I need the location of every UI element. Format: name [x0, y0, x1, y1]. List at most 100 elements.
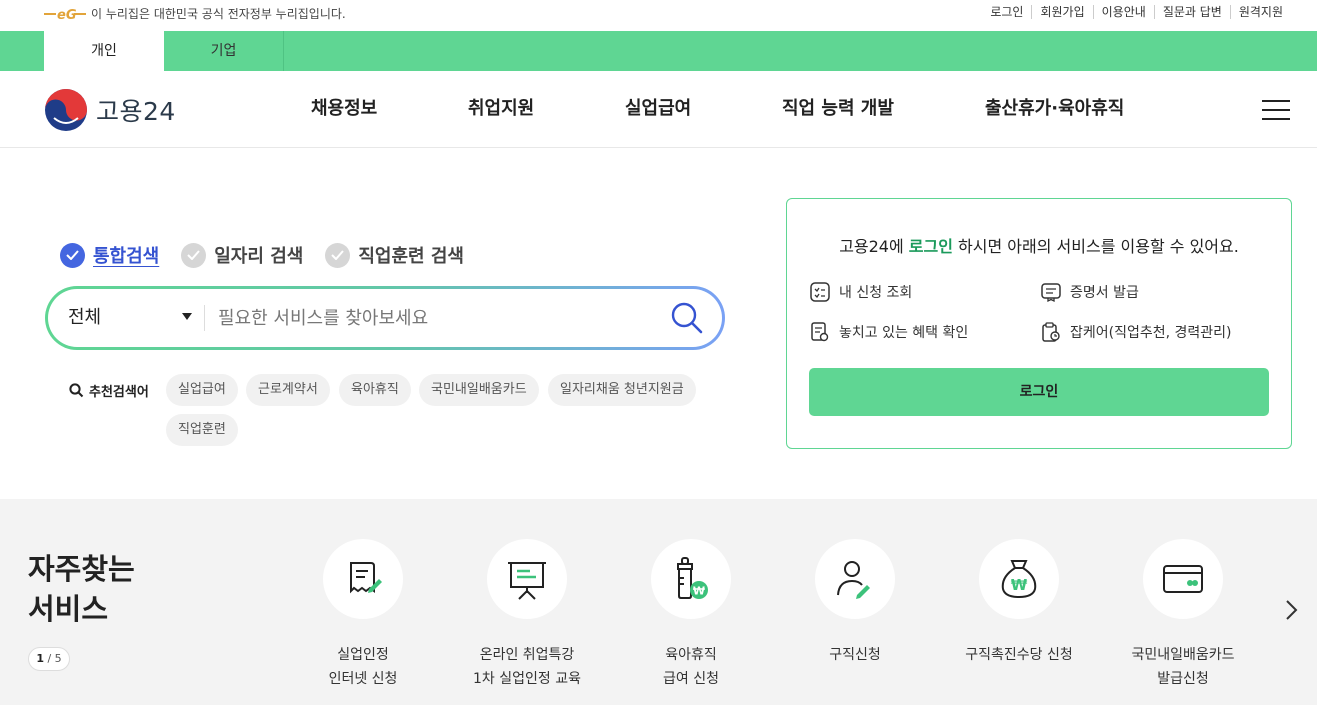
service-label: 구직촉진수당 신청 [965, 647, 1073, 663]
taegeuk-logo-icon [45, 89, 87, 131]
item-label: 잡케어(직업추천, 경력관리) [1070, 325, 1232, 341]
title-prefix: 고용24에 [839, 237, 909, 256]
service-label: 실업인정 인터넷 신청 [328, 647, 398, 687]
search-box: 전체 [45, 286, 725, 350]
money-bag-won-icon: ₩ [1001, 560, 1037, 599]
service-icon-circle [1143, 539, 1223, 619]
search-type-tabs: 통합검색 일자리 검색 직업훈련 검색 [60, 242, 486, 268]
keyword-chip[interactable]: 실업급여 [166, 374, 238, 406]
service-label: 구직신청 [829, 647, 881, 663]
jobcare-link[interactable]: 잡케어(직업추천, 경력관리) [1040, 321, 1232, 343]
certificate-icon [1041, 283, 1061, 303]
tab-label: 직업훈련 검색 [358, 246, 464, 267]
person-pen-icon [837, 561, 870, 599]
utility-links: 로그인 회원가입 이용안내 질문과 답변 원격지원 [982, 5, 1291, 19]
checklist-icon [810, 282, 830, 302]
service-icon-circle: ₩ [651, 539, 731, 619]
title-suffix: 하시면 아래의 서비스를 이용할 수 있어요. [952, 237, 1239, 256]
svg-text:₩: ₩ [693, 585, 705, 598]
search-scope-select[interactable]: 전체 [68, 289, 193, 347]
service-label: 온라인 취업특강 1차 실업인정 교육 [473, 647, 581, 687]
check-icon [325, 242, 351, 268]
search-input[interactable] [218, 302, 658, 334]
login-card-title: 고용24에 로그인 하시면 아래의 서비스를 이용할 수 있어요. [787, 233, 1291, 257]
tab-label: 통합검색 [93, 246, 160, 267]
login-button[interactable]: 로그인 [809, 368, 1269, 416]
nav-vocational-training[interactable]: 직업 능력 개발 [782, 71, 894, 147]
service-item[interactable]: 실업인정 인터넷 신청 [278, 539, 448, 691]
service-label: 육아휴직 급여 신청 [663, 647, 719, 687]
title-highlight: 로그인 [908, 237, 953, 256]
page-current: 1 [36, 652, 44, 665]
item-label: 놓치고 있는 혜택 확인 [839, 325, 969, 341]
nav-employment-support[interactable]: 취업지원 [468, 71, 534, 147]
nav-parental-leave[interactable]: 출산휴가·육아휴직 [985, 71, 1124, 147]
user-type-tabs: 개인 기업 [0, 31, 1317, 71]
title-line: 서비스 [28, 592, 109, 626]
recommend-label-text: 추천검색어 [89, 385, 149, 400]
service-item[interactable]: 국민내일배움카드 발급신청 [1098, 539, 1268, 691]
search-icon [69, 383, 84, 398]
check-icon [60, 242, 85, 268]
keyword-chip[interactable]: 근로계약서 [246, 374, 330, 406]
nav-jobs[interactable]: 채용정보 [311, 71, 377, 147]
brand-logo[interactable]: 고용24 [44, 88, 176, 132]
certificate-link[interactable]: 증명서 발급 [1040, 281, 1139, 303]
title-line: 자주찾는 [28, 552, 135, 586]
carousel-pager: 1 / 5 [28, 647, 70, 671]
search-icon[interactable] [670, 301, 704, 335]
divider [204, 305, 205, 331]
menu-icon[interactable] [1262, 100, 1290, 120]
service-item[interactable]: 구직신청 [770, 539, 940, 667]
page-total: 5 [54, 652, 62, 665]
frequent-services-section: 자주찾는 서비스 1 / 5 실업인정 인터넷 신청 온라인 취업특강 1차 실… [0, 499, 1317, 705]
service-icon-circle: ₩ [979, 539, 1059, 619]
tab-job-search[interactable]: 일자리 검색 [181, 242, 303, 268]
service-icon-circle [487, 539, 567, 619]
section-title: 자주찾는 서비스 [28, 549, 135, 629]
document-search-icon [811, 322, 829, 342]
eg-logo-icon: eG [44, 8, 86, 22]
remote-support-link[interactable]: 원격지원 [1229, 5, 1291, 19]
service-icon-circle [815, 539, 895, 619]
qna-link[interactable]: 질문과 답변 [1153, 5, 1230, 19]
service-icon-circle [323, 539, 403, 619]
page-separator: / [43, 652, 55, 665]
keyword-chip[interactable]: 육아휴직 [339, 374, 411, 406]
svg-text:eG: eG [57, 8, 77, 22]
gov-banner-text: 이 누리집은 대한민국 공식 전자정부 누리집입니다. [91, 7, 346, 21]
my-applications-link[interactable]: 내 신청 조회 [809, 281, 912, 303]
caret-down-icon[interactable] [182, 313, 192, 320]
nav-unemployment-benefits[interactable]: 실업급여 [625, 71, 691, 147]
service-item[interactable]: ₩ 육아휴직 급여 신청 [606, 539, 776, 691]
tab-label: 일자리 검색 [214, 246, 304, 267]
presentation-board-icon [508, 562, 546, 600]
guide-link[interactable]: 이용안내 [1092, 5, 1154, 19]
gov-banner: eG 이 누리집은 대한민국 공식 전자정부 누리집입니다. 로그인 회원가입 … [0, 0, 1317, 31]
svg-text:₩: ₩ [1011, 576, 1028, 594]
tab-personal[interactable]: 개인 [44, 31, 164, 71]
brand-name: 고용24 [96, 97, 176, 126]
item-label: 내 신청 조회 [839, 285, 913, 301]
baby-bottle-won-icon: ₩ [677, 557, 708, 599]
keyword-chip[interactable]: 국민내일배움카드 [419, 374, 539, 406]
clipboard-clock-icon [1042, 322, 1060, 342]
recommended-keywords-label: 추천검색어 [69, 381, 149, 400]
service-item[interactable]: ₩ 구직촉진수당 신청 [934, 539, 1104, 667]
keyword-chip[interactable]: 일자리채움 청년지원금 [548, 374, 696, 406]
document-pen-icon [350, 562, 382, 594]
tab-training-search[interactable]: 직업훈련 검색 [325, 242, 464, 268]
check-icon [181, 242, 207, 268]
missed-benefits-link[interactable]: 놓치고 있는 혜택 확인 [809, 321, 968, 343]
service-item[interactable]: 온라인 취업특강 1차 실업인정 교육 [442, 539, 612, 691]
keyword-chip[interactable]: 직업훈련 [166, 414, 238, 446]
login-card: 고용24에 로그인 하시면 아래의 서비스를 이용할 수 있어요. 내 신청 조… [786, 198, 1292, 449]
card-icon [1163, 565, 1203, 593]
login-link[interactable]: 로그인 [982, 5, 1031, 19]
chevron-right-icon[interactable] [1284, 599, 1300, 621]
tab-integrated-search[interactable]: 통합검색 [60, 242, 159, 268]
main-header: 고용24 채용정보 취업지원 실업급여 직업 능력 개발 출산휴가·육아휴직 [0, 71, 1317, 148]
signup-link[interactable]: 회원가입 [1031, 5, 1092, 19]
tab-business[interactable]: 기업 [164, 31, 284, 71]
service-label: 국민내일배움카드 발급신청 [1131, 647, 1235, 687]
